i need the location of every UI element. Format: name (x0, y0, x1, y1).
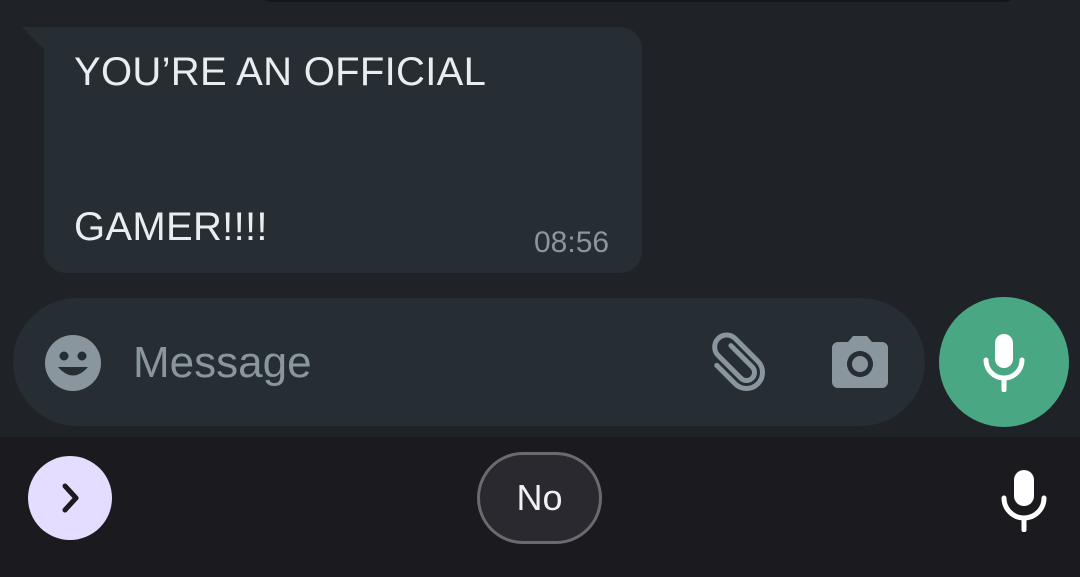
message-text-line-2: GAMER!!!! (74, 205, 268, 249)
microphone-icon (980, 332, 1028, 392)
message-input[interactable] (133, 334, 653, 392)
message-text-line-1: YOU’RE AN OFFICIAL (74, 50, 487, 94)
emoji-icon[interactable] (44, 334, 102, 392)
paperclip-icon[interactable] (706, 332, 770, 396)
microphone-icon[interactable] (996, 468, 1052, 532)
bubble-tail (22, 27, 44, 49)
previous-message-bubble (258, 0, 1018, 2)
voice-record-button[interactable] (939, 297, 1069, 427)
smart-reply-suggestion[interactable]: No (477, 452, 602, 544)
expand-toolbar-button[interactable] (28, 456, 112, 540)
chevron-right-icon (55, 481, 85, 515)
camera-icon[interactable] (828, 334, 892, 390)
message-timestamp: 08:56 (534, 226, 610, 259)
chat-area: YOU’RE AN OFFICIAL GAMER!!!! 08:56 (0, 0, 1080, 437)
